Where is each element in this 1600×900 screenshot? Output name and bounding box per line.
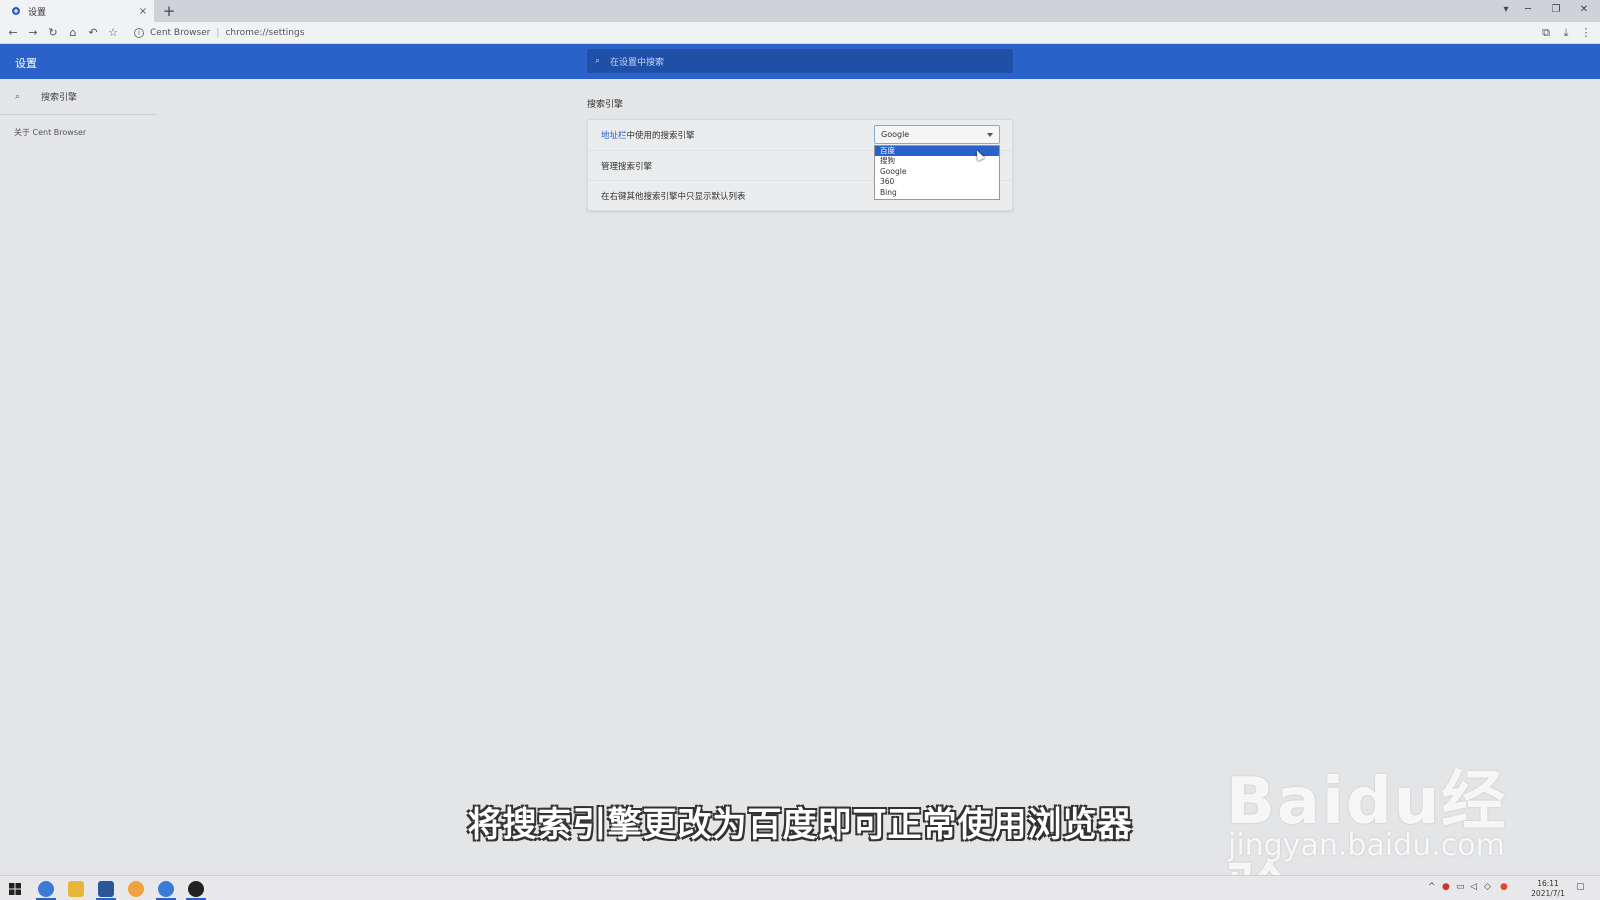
antivirus-icon[interactable]: ● <box>1500 882 1508 892</box>
file-explorer-icon[interactable] <box>68 881 84 897</box>
settings-sidebar: ⌕ 搜索引擎 关于 Cent Browser <box>0 79 157 859</box>
network-icon[interactable]: ▭ <box>1456 882 1465 892</box>
url-separator: | <box>216 28 220 38</box>
menu-kebab-icon[interactable]: ⋮ <box>1578 25 1594 41</box>
clock-time: 16:11 <box>1537 879 1559 888</box>
gear-icon <box>12 7 20 15</box>
windows-start-icon[interactable] <box>9 883 21 895</box>
watermark: Baidu经验 jingyan.baidu.com <box>1226 726 1516 900</box>
browser-app-icon[interactable] <box>38 881 54 897</box>
restore-button[interactable]: ❐ <box>1542 0 1570 22</box>
undo-close-icon[interactable]: ↶ <box>85 25 101 41</box>
new-tab-button[interactable]: + <box>160 2 178 20</box>
close-window-button[interactable]: ✕ <box>1570 0 1598 22</box>
reload-icon[interactable]: ↻ <box>45 25 61 41</box>
screenshot-icon[interactable]: ⧉ <box>1538 25 1554 41</box>
back-icon[interactable]: ← <box>5 25 21 41</box>
tray-app-icon[interactable]: ● <box>1442 882 1450 892</box>
option-360[interactable]: 360 <box>875 177 999 187</box>
settings-search-input[interactable]: ⌕ 在设置中搜索 <box>587 49 1013 73</box>
option-bing[interactable]: Bing <box>875 188 999 198</box>
sidebar-item-search-engine[interactable]: ⌕ 搜索引擎 <box>0 79 157 115</box>
search-engine-select[interactable]: Google <box>874 125 1000 144</box>
notification-icon[interactable]: ▢ <box>1576 882 1585 892</box>
sidebar-item-label: 搜索引擎 <box>41 93 78 103</box>
input-method-icon[interactable]: ◇ <box>1484 882 1491 892</box>
tab-title: 设置 <box>28 7 47 18</box>
browser-toolbar: ← → ↻ ⌂ ↶ ☆ i Cent Browser | chrome://se… <box>0 22 1600 44</box>
row-label: 中使用的搜索引擎 <box>626 131 695 141</box>
row-label: 在右键其他搜索引擎中只显示默认列表 <box>601 191 746 202</box>
tab-strip: 设置 × + ▾ ─ ❐ ✕ <box>0 0 1600 22</box>
word-app-icon[interactable] <box>98 881 114 897</box>
option-google[interactable]: Google <box>875 167 999 177</box>
taskbar-clock[interactable]: 16:11 2021/7/1 <box>1526 879 1570 899</box>
watermark-url: jingyan.baidu.com <box>1228 828 1505 863</box>
settings-search-placeholder: 在设置中搜索 <box>610 57 665 68</box>
clock-date: 2021/7/1 <box>1531 889 1565 898</box>
row-label: 管理搜索引擎 <box>601 161 653 172</box>
bookmark-star-icon[interactable]: ☆ <box>105 25 121 41</box>
tray-chevron-up-icon[interactable]: ^ <box>1428 882 1436 892</box>
forward-icon[interactable]: → <box>25 25 41 41</box>
search-icon: ⌕ <box>15 91 21 102</box>
cent-browser-app-icon[interactable] <box>158 881 174 897</box>
taskbar: ^ ● ▭ ◁ ◇ ● 16:11 2021/7/1 ▢ <box>0 875 1600 900</box>
tab-settings[interactable]: 设置 × <box>0 0 154 22</box>
download-icon[interactable]: ⤓ <box>1558 25 1574 41</box>
section-title: 搜索引擎 <box>587 100 624 110</box>
chat-app-icon[interactable] <box>128 881 144 897</box>
search-icon: ⌕ <box>595 56 601 66</box>
home-icon[interactable]: ⌂ <box>65 25 81 41</box>
info-icon[interactable]: i <box>134 28 144 38</box>
settings-header: 设置 ⌕ 在设置中搜索 <box>0 44 1600 79</box>
tab-close-button[interactable]: × <box>138 6 148 17</box>
settings-title: 设置 <box>15 57 37 70</box>
media-app-icon[interactable] <box>188 881 204 897</box>
sidebar-item-about[interactable]: 关于 Cent Browser <box>14 127 86 138</box>
url-text: chrome://settings <box>225 28 305 38</box>
site-name: Cent Browser <box>150 28 211 38</box>
minimize-button[interactable]: ─ <box>1514 0 1542 22</box>
select-value: Google <box>881 130 910 139</box>
volume-icon[interactable]: ◁ <box>1470 882 1477 892</box>
address-bar[interactable]: i Cent Browser | chrome://settings <box>128 24 1530 42</box>
address-bar-link[interactable]: 地址栏 <box>601 129 627 141</box>
chevron-down-icon <box>987 133 993 137</box>
